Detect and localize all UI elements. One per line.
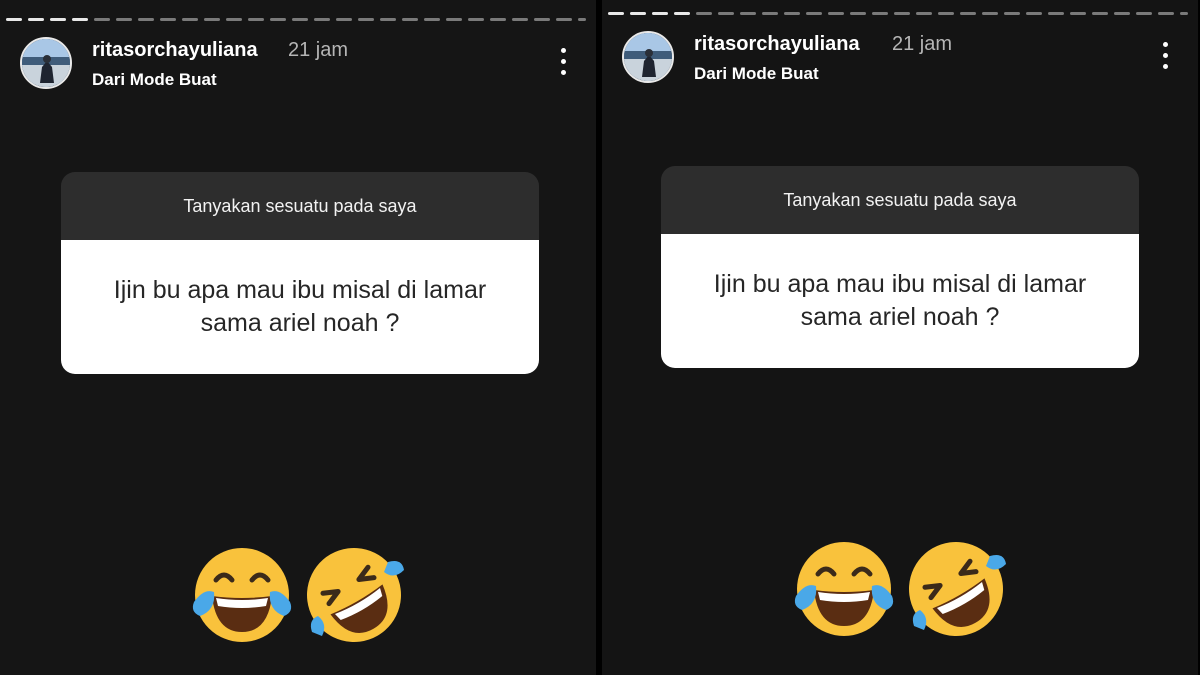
progress-segment	[248, 18, 264, 21]
rolling-on-the-floor-laughing-icon	[307, 548, 404, 642]
post-time: 21 jam	[892, 33, 953, 55]
progress-segment	[1070, 12, 1086, 15]
question-line: Ijin bu apa mau ibu misal di lamar	[713, 270, 1087, 298]
progress-segment	[1114, 12, 1130, 15]
progress-segment	[226, 18, 242, 21]
progress-segment	[556, 18, 572, 21]
progress-segment	[534, 18, 550, 21]
more-options-icon[interactable]	[1160, 42, 1170, 72]
progress-segment	[1136, 12, 1152, 15]
progress-segment	[160, 18, 176, 21]
progress-segment	[116, 18, 132, 21]
progress-segment	[740, 12, 756, 15]
face-with-tears-of-joy-icon	[794, 542, 894, 636]
progress-segment	[358, 18, 374, 21]
progress-segment	[630, 12, 646, 15]
question-line: Ijin bu apa mau ibu misal di lamar	[113, 276, 487, 304]
question-sticker[interactable]: Tanyakan sesuatu pada saya Ijin bu apa m…	[661, 166, 1139, 368]
story-progress-bar	[608, 12, 1188, 16]
rolling-on-the-floor-laughing-icon	[909, 542, 1006, 636]
progress-segment	[718, 12, 734, 15]
progress-segment	[512, 18, 528, 21]
story-progress-bar	[6, 18, 586, 22]
progress-segment	[894, 12, 910, 15]
question-line: sama ariel noah ?	[800, 303, 1000, 331]
emoji-group	[186, 540, 416, 650]
progress-segment	[806, 12, 822, 15]
progress-segment	[608, 12, 624, 15]
progress-segment	[138, 18, 154, 21]
progress-segment	[314, 18, 330, 21]
progress-segment	[872, 12, 888, 15]
progress-segment	[6, 18, 22, 21]
progress-segment	[28, 18, 44, 21]
progress-segment	[72, 18, 88, 21]
progress-segment	[828, 12, 844, 15]
story-header: ritasorchayuliana 21 jam Dari Mode Buat	[602, 26, 1198, 96]
username[interactable]: ritasorchayuliana	[694, 33, 860, 56]
progress-segment	[270, 18, 286, 21]
progress-segment	[578, 18, 586, 21]
question-prompt: Tanyakan sesuatu pada saya	[61, 172, 539, 240]
progress-segment	[938, 12, 954, 15]
story-header: ritasorchayuliana 21 jam Dari Mode Buat	[0, 32, 596, 102]
emoji-group	[788, 534, 1018, 644]
progress-segment	[1004, 12, 1020, 15]
avatar[interactable]	[622, 31, 674, 83]
post-time: 21 jam	[288, 39, 349, 61]
progress-segment	[916, 12, 932, 15]
progress-segment	[696, 12, 712, 15]
question-prompt: Tanyakan sesuatu pada saya	[661, 166, 1139, 234]
progress-segment	[94, 18, 110, 21]
progress-segment	[468, 18, 484, 21]
progress-segment	[182, 18, 198, 21]
question-sticker[interactable]: Tanyakan sesuatu pada saya Ijin bu apa m…	[61, 172, 539, 374]
avatar[interactable]	[20, 37, 72, 89]
progress-segment	[204, 18, 220, 21]
story-panel-left[interactable]: ritasorchayuliana 21 jam Dari Mode Buat …	[0, 0, 596, 675]
question-text: Ijin bu apa mau ibu misal di lamar sama …	[661, 234, 1139, 368]
progress-segment	[982, 12, 998, 15]
progress-segment	[762, 12, 778, 15]
progress-segment	[960, 12, 976, 15]
question-text: Ijin bu apa mau ibu misal di lamar sama …	[61, 240, 539, 374]
question-line: sama ariel noah ?	[200, 309, 400, 337]
progress-segment	[380, 18, 396, 21]
progress-segment	[1026, 12, 1042, 15]
progress-segment	[784, 12, 800, 15]
progress-segment	[850, 12, 866, 15]
progress-segment	[1180, 12, 1188, 15]
progress-segment	[446, 18, 462, 21]
progress-segment	[336, 18, 352, 21]
story-subtitle[interactable]: Dari Mode Buat	[694, 64, 819, 84]
progress-segment	[1158, 12, 1174, 15]
progress-segment	[1092, 12, 1108, 15]
username[interactable]: ritasorchayuliana	[92, 39, 258, 62]
story-panel-right[interactable]: ritasorchayuliana 21 jam Dari Mode Buat …	[602, 0, 1198, 675]
progress-segment	[674, 12, 690, 15]
progress-segment	[402, 18, 418, 21]
progress-segment	[50, 18, 66, 21]
progress-segment	[424, 18, 440, 21]
story-subtitle[interactable]: Dari Mode Buat	[92, 70, 217, 90]
progress-segment	[292, 18, 308, 21]
progress-segment	[490, 18, 506, 21]
face-with-tears-of-joy-icon	[192, 548, 292, 642]
more-options-icon[interactable]	[558, 48, 568, 78]
progress-segment	[652, 12, 668, 15]
progress-segment	[1048, 12, 1064, 15]
